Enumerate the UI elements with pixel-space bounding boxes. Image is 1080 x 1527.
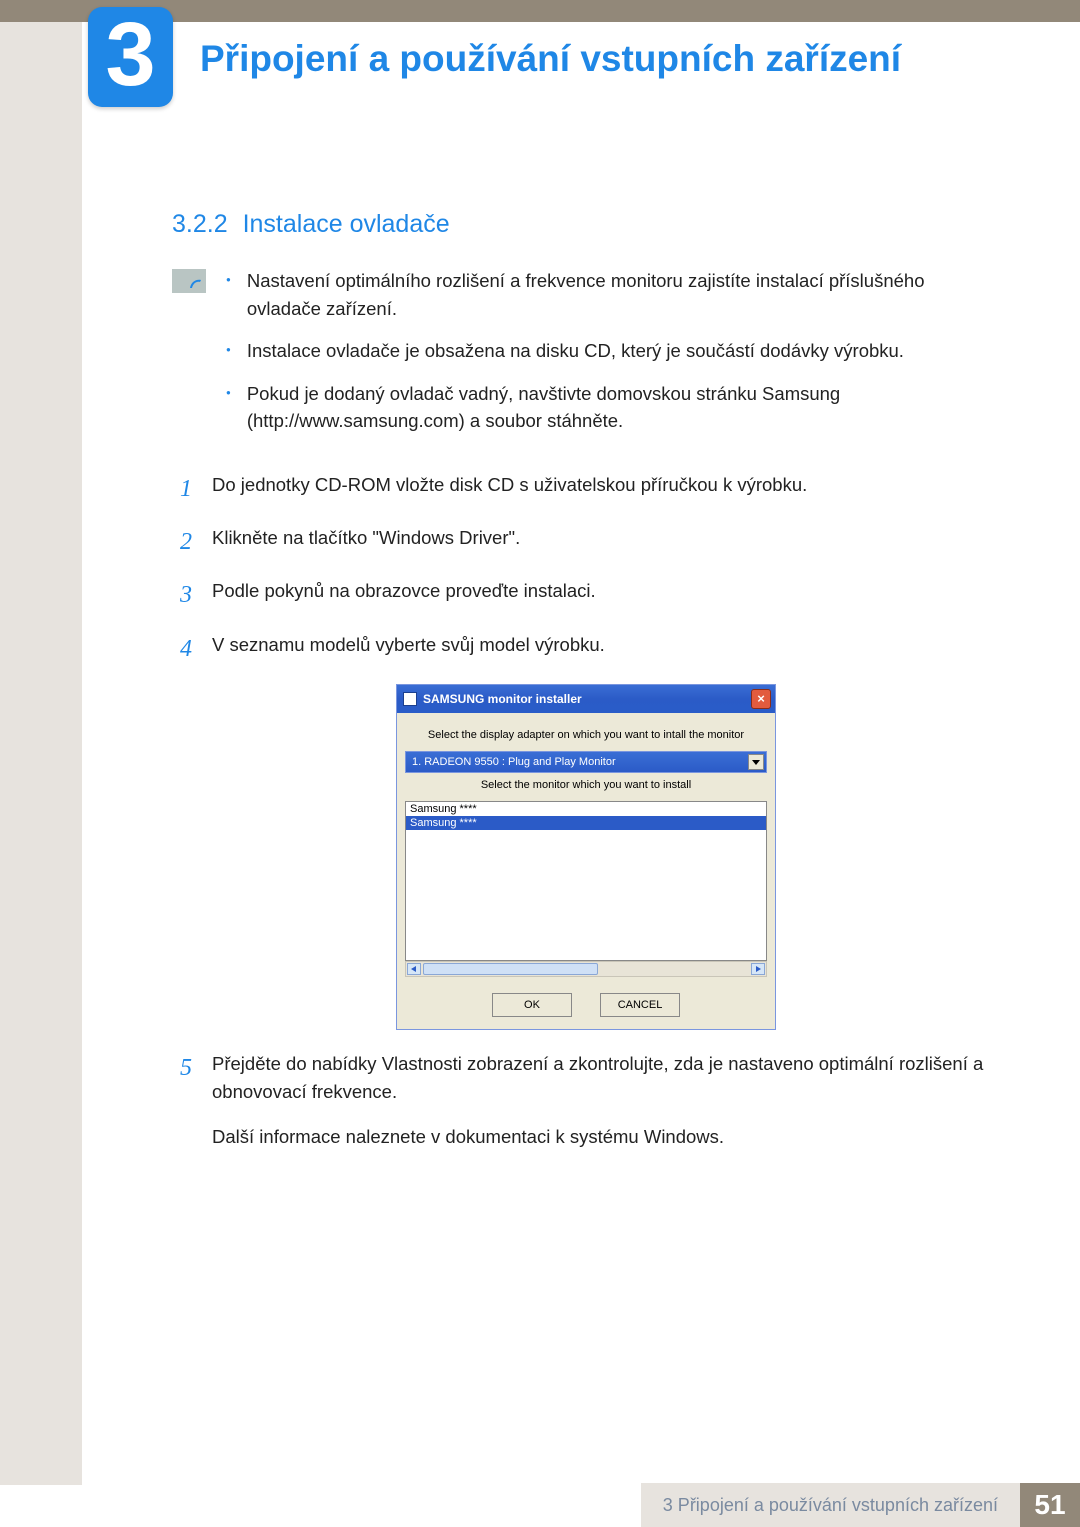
page-footer: 3 Připojení a používání vstupních zaříze… [0,1483,1080,1527]
note-bullet-text: Nastavení optimálního rozlišení a frekve… [247,267,1000,323]
window-system-icon [403,692,417,706]
step-number: 2 [172,524,192,561]
chevron-down-icon[interactable] [748,754,764,770]
step-number: 5 [172,1050,192,1152]
section-title: Instalace ovladače [243,210,450,238]
list-item-label: Samsung **** [410,803,477,815]
step-text: Do jednotky CD-ROM vložte disk CD s uživ… [212,471,1000,508]
window-titlebar: SAMSUNG monitor installer × [397,685,775,713]
close-icon: × [757,691,765,706]
monitor-listbox[interactable]: Samsung **** Samsung **** [405,801,767,961]
scroll-thumb[interactable] [423,963,598,975]
dialog-button-row: OK CANCEL [405,993,767,1017]
step-item: 5 Přejděte do nabídky Vlastnosti zobraze… [172,1050,1000,1152]
note-bullet-text: Pokud je dodaný ovladač vadný, navštivte… [247,380,1000,436]
step-followup-text: Další informace naleznete v dokumentaci … [212,1123,1000,1152]
step-text: Klikněte na tlačítko "Windows Driver". [212,524,1000,561]
step-text: Přejděte do nabídky Vlastnosti zobrazení… [212,1050,1000,1107]
list-item-label: Samsung **** [410,817,477,829]
note-bullet: Pokud je dodaný ovladač vadný, navštivte… [226,380,1000,436]
bullet-dot-icon [226,380,231,436]
embedded-screenshot: SAMSUNG monitor installer × Select the d… [172,684,1000,1030]
page-title: Připojení a používání vstupních zařízení [200,38,1040,80]
step-item: 3 Podle pokynů na obrazovce proveďte inst… [172,577,1000,614]
section-heading: 3.2.2 Instalace ovladače [172,210,1000,239]
scroll-left-icon[interactable] [407,963,421,975]
horizontal-scrollbar[interactable] [405,961,767,977]
ordered-steps: 1 Do jednotky CD-ROM vložte disk CD s uži… [172,471,1000,668]
bullet-dot-icon [226,337,231,366]
chapter-number: 3 [105,10,155,100]
cancel-button[interactable]: CANCEL [600,993,680,1017]
step-number: 1 [172,471,192,508]
section-number: 3.2.2 [172,210,228,238]
page-number: 51 [1020,1483,1080,1527]
step-number: 4 [172,631,192,668]
step-text: Podle pokynů na obrazovce proveďte insta… [212,577,1000,614]
step-item: 4 V seznamu modelů vyberte svůj model výr… [172,631,1000,668]
monitor-prompt-label: Select the monitor which you want to ins… [405,779,767,791]
note-bullet: Nastavení optimálního rozlišení a frekve… [226,267,1000,323]
close-button[interactable]: × [751,689,771,709]
side-gutter [0,22,82,1485]
footer-breadcrumb: 3 Připojení a používání vstupních zaříze… [641,1483,1020,1527]
note-bullet-text: Instalace ovladače je obsažena na disku … [247,337,904,366]
window-title: SAMSUNG monitor installer [423,692,582,706]
adapter-prompt-label: Select the display adapter on which you … [405,729,767,741]
page-content: 3.2.2 Instalace ovladače Nastavení optim… [172,210,1000,1168]
adapter-dropdown-value: 1. RADEON 9550 : Plug and Play Monitor [412,756,616,768]
step-text: V seznamu modelů vyberte svůj model výro… [212,631,1000,668]
installer-body: Select the display adapter on which you … [397,713,775,1029]
note-block: Nastavení optimálního rozlišení a frekve… [172,267,1000,449]
installer-window: SAMSUNG monitor installer × Select the d… [396,684,776,1030]
list-item[interactable]: Samsung **** [406,816,766,830]
ok-button-label: OK [524,999,540,1011]
chapter-number-badge: 3 [88,7,173,107]
note-bullet-list: Nastavení optimálního rozlišení a frekve… [226,267,1000,449]
ok-button[interactable]: OK [492,993,572,1017]
step-text-block: Přejděte do nabídky Vlastnosti zobrazení… [212,1050,1000,1152]
footer-spacer [0,1483,641,1527]
scroll-right-icon[interactable] [751,963,765,975]
list-item[interactable]: Samsung **** [406,802,766,816]
adapter-dropdown[interactable]: 1. RADEON 9550 : Plug and Play Monitor [405,751,767,773]
step-number: 3 [172,577,192,614]
step-item: 1 Do jednotky CD-ROM vložte disk CD s uži… [172,471,1000,508]
bullet-dot-icon [226,267,231,323]
note-icon [172,269,206,293]
ordered-steps-continued: 5 Přejděte do nabídky Vlastnosti zobraze… [172,1050,1000,1152]
note-bullet: Instalace ovladače je obsažena na disku … [226,337,1000,366]
cancel-button-label: CANCEL [618,999,663,1011]
step-item: 2 Klikněte na tlačítko "Windows Driver". [172,524,1000,561]
